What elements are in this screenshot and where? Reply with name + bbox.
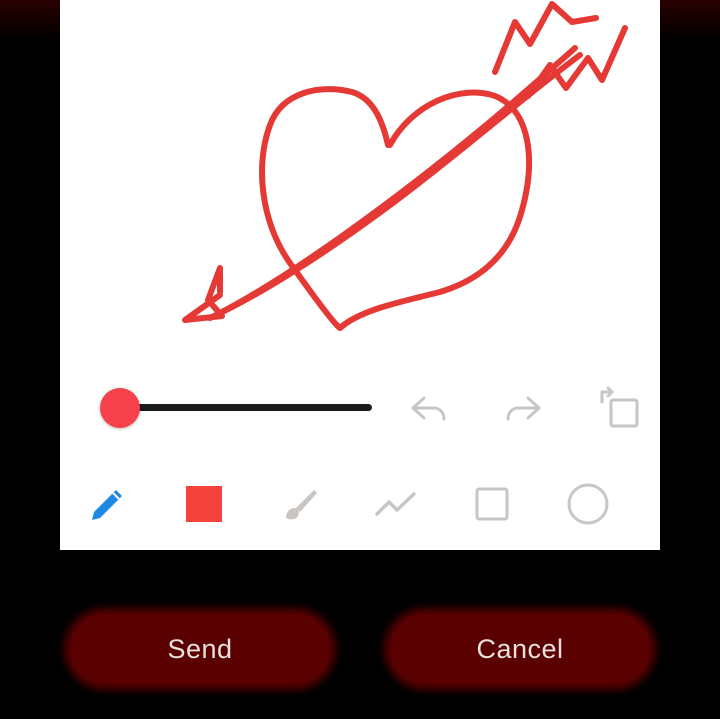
redo-button[interactable] — [502, 386, 546, 430]
rotate-button[interactable] — [598, 386, 642, 430]
slider-thumb[interactable] — [100, 388, 140, 428]
drawing-panel — [60, 0, 660, 550]
brush-tool-button[interactable] — [278, 482, 322, 526]
slider-track — [120, 404, 372, 411]
undo-icon — [411, 396, 446, 421]
polyline-icon — [375, 492, 416, 516]
cancel-button[interactable]: Cancel — [390, 614, 650, 684]
color-picker-button[interactable] — [182, 482, 226, 526]
pencil-icon — [92, 490, 122, 520]
drawing-canvas[interactable] — [60, 0, 660, 360]
line-tool-button[interactable] — [374, 482, 418, 526]
rectangle-tool-button[interactable] — [470, 482, 514, 526]
rotate-icon — [600, 386, 639, 428]
brush-size-slider[interactable] — [100, 386, 372, 428]
rectangle-icon — [475, 487, 509, 521]
color-swatch-icon — [186, 486, 222, 522]
undo-button[interactable] — [406, 386, 450, 430]
send-button[interactable]: Send — [70, 614, 330, 684]
circle-tool-button[interactable] — [566, 482, 610, 526]
arrow-shaft-stroke-2 — [215, 45, 578, 317]
circle-icon — [567, 483, 609, 525]
redo-icon — [506, 396, 541, 421]
dialog-buttons: Send Cancel — [0, 600, 720, 700]
brush-icon — [286, 490, 317, 520]
arrow-fletching-stroke — [492, 1, 628, 99]
pencil-tool-button[interactable] — [86, 482, 130, 526]
arrowhead-stroke — [182, 265, 225, 323]
